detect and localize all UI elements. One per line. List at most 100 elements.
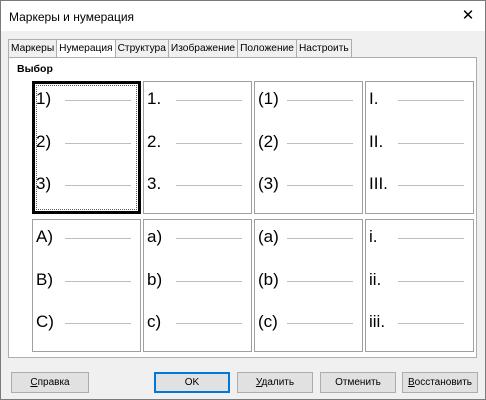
numbering-style-option[interactable]: I. II. III. xyxy=(365,81,474,214)
list-number: (2) xyxy=(258,132,279,151)
text-line xyxy=(176,185,242,186)
list-number: 1. xyxy=(147,89,162,108)
text-line xyxy=(287,323,353,324)
list-entry: I. xyxy=(369,89,469,109)
tab-customize[interactable]: Настроить xyxy=(295,39,352,58)
list-entry: ii. xyxy=(369,270,469,290)
list-number: B) xyxy=(36,270,53,289)
numbering-style-option[interactable]: i. ii. iii. xyxy=(365,219,474,352)
list-number: (a) xyxy=(258,227,279,246)
list-entry: 3. xyxy=(147,174,247,194)
list-entry: b) xyxy=(147,270,247,290)
text-line xyxy=(176,323,242,324)
text-line xyxy=(65,238,131,239)
tab-outline[interactable]: Структура xyxy=(114,39,168,58)
delete-button[interactable]: Удалить xyxy=(237,372,313,393)
numbering-style-option[interactable]: 1. 2. 3. xyxy=(143,81,252,214)
text-line xyxy=(287,281,353,282)
text-line xyxy=(398,143,464,144)
list-number: (3) xyxy=(258,174,279,193)
text-line xyxy=(398,281,464,282)
ok-button[interactable]: OK xyxy=(154,372,230,393)
list-number: III. xyxy=(369,174,388,193)
cancel-button[interactable]: Отменить xyxy=(320,372,396,393)
list-entry: 1) xyxy=(36,89,136,109)
list-entry: i. xyxy=(369,227,469,247)
text-line xyxy=(65,281,131,282)
list-entry: (c) xyxy=(258,312,358,332)
list-number: 3) xyxy=(36,174,52,193)
list-number: c) xyxy=(147,312,162,331)
list-entry: c) xyxy=(147,312,247,332)
reset-button-label: осстановить xyxy=(414,377,473,388)
text-line xyxy=(398,238,464,239)
list-number: A) xyxy=(36,227,53,246)
text-line xyxy=(398,185,464,186)
help-button-mnemonic: С xyxy=(30,377,38,388)
list-entry: 2) xyxy=(36,132,136,152)
dialog-window: Маркеры и нумерация ✕ Маркеры Нумерация … xyxy=(0,0,486,400)
list-number: 2. xyxy=(147,132,162,151)
list-number: C) xyxy=(36,312,54,331)
list-number: 3. xyxy=(147,174,162,193)
list-entry: III. xyxy=(369,174,469,194)
list-entry: a) xyxy=(147,227,247,247)
numbering-style-option[interactable]: a) b) c) xyxy=(143,219,252,352)
text-line xyxy=(176,281,242,282)
help-button[interactable]: Справка xyxy=(11,372,89,393)
list-entry: (1) xyxy=(258,89,358,109)
list-number: ii. xyxy=(369,270,382,289)
list-number: i. xyxy=(369,227,378,246)
numbering-style-option[interactable]: (a) (b) (c) xyxy=(254,219,363,352)
window-title: Маркеры и нумерация xyxy=(9,10,135,24)
numbering-style-option[interactable]: A) B) C) xyxy=(32,219,141,352)
title-bar: Маркеры и нумерация ✕ xyxy=(1,1,485,31)
text-line xyxy=(287,238,353,239)
section-label: Выбор xyxy=(17,63,53,75)
list-number: 1) xyxy=(36,89,52,108)
list-number: a) xyxy=(147,227,163,246)
text-line xyxy=(65,185,131,186)
tab-panel-numbering: Выбор 1) 2) 3) 1. 2. 3. (1) (2) (3) I. I… xyxy=(8,57,477,358)
list-entry: (b) xyxy=(258,270,358,290)
text-line xyxy=(176,100,242,101)
delete-button-label: далить xyxy=(261,377,295,388)
text-line xyxy=(398,323,464,324)
list-entry: (a) xyxy=(258,227,358,247)
list-entry: A) xyxy=(36,227,136,247)
tab-bar: Маркеры Нумерация Структура Изображение … xyxy=(8,39,352,59)
list-entry: iii. xyxy=(369,312,469,332)
numbering-style-option[interactable]: (1) (2) (3) xyxy=(254,81,363,214)
list-number: (c) xyxy=(258,312,278,331)
list-entry: B) xyxy=(36,270,136,290)
list-entry: II. xyxy=(369,132,469,152)
text-line xyxy=(287,143,353,144)
reset-button[interactable]: Восстановить xyxy=(402,372,478,393)
list-number: I. xyxy=(369,89,379,108)
text-line xyxy=(287,100,353,101)
list-entry: 2. xyxy=(147,132,247,152)
tab-numbering[interactable]: Нумерация xyxy=(56,39,115,59)
list-entry: 3) xyxy=(36,174,136,194)
text-line xyxy=(287,185,353,186)
tab-position[interactable]: Положение xyxy=(237,39,296,58)
list-number: (b) xyxy=(258,270,279,289)
numbering-style-option[interactable]: 1) 2) 3) xyxy=(32,81,141,214)
list-entry: (3) xyxy=(258,174,358,194)
list-entry: (2) xyxy=(258,132,358,152)
list-number: iii. xyxy=(369,312,386,331)
text-line xyxy=(65,323,131,324)
close-icon[interactable]: ✕ xyxy=(451,1,485,31)
numbering-style-grid: 1) 2) 3) 1. 2. 3. (1) (2) (3) I. II. III… xyxy=(32,81,474,352)
list-number: (1) xyxy=(258,89,279,108)
reset-button-mnemonic: В xyxy=(407,377,415,388)
list-number: b) xyxy=(147,270,163,289)
tab-image[interactable]: Изображение xyxy=(167,39,238,58)
text-line xyxy=(176,238,242,239)
help-button-label: правка xyxy=(37,377,70,388)
text-line xyxy=(176,143,242,144)
tab-bullets[interactable]: Маркеры xyxy=(8,39,57,58)
list-number: II. xyxy=(369,132,384,151)
text-line xyxy=(65,143,131,144)
list-number: 2) xyxy=(36,132,52,151)
